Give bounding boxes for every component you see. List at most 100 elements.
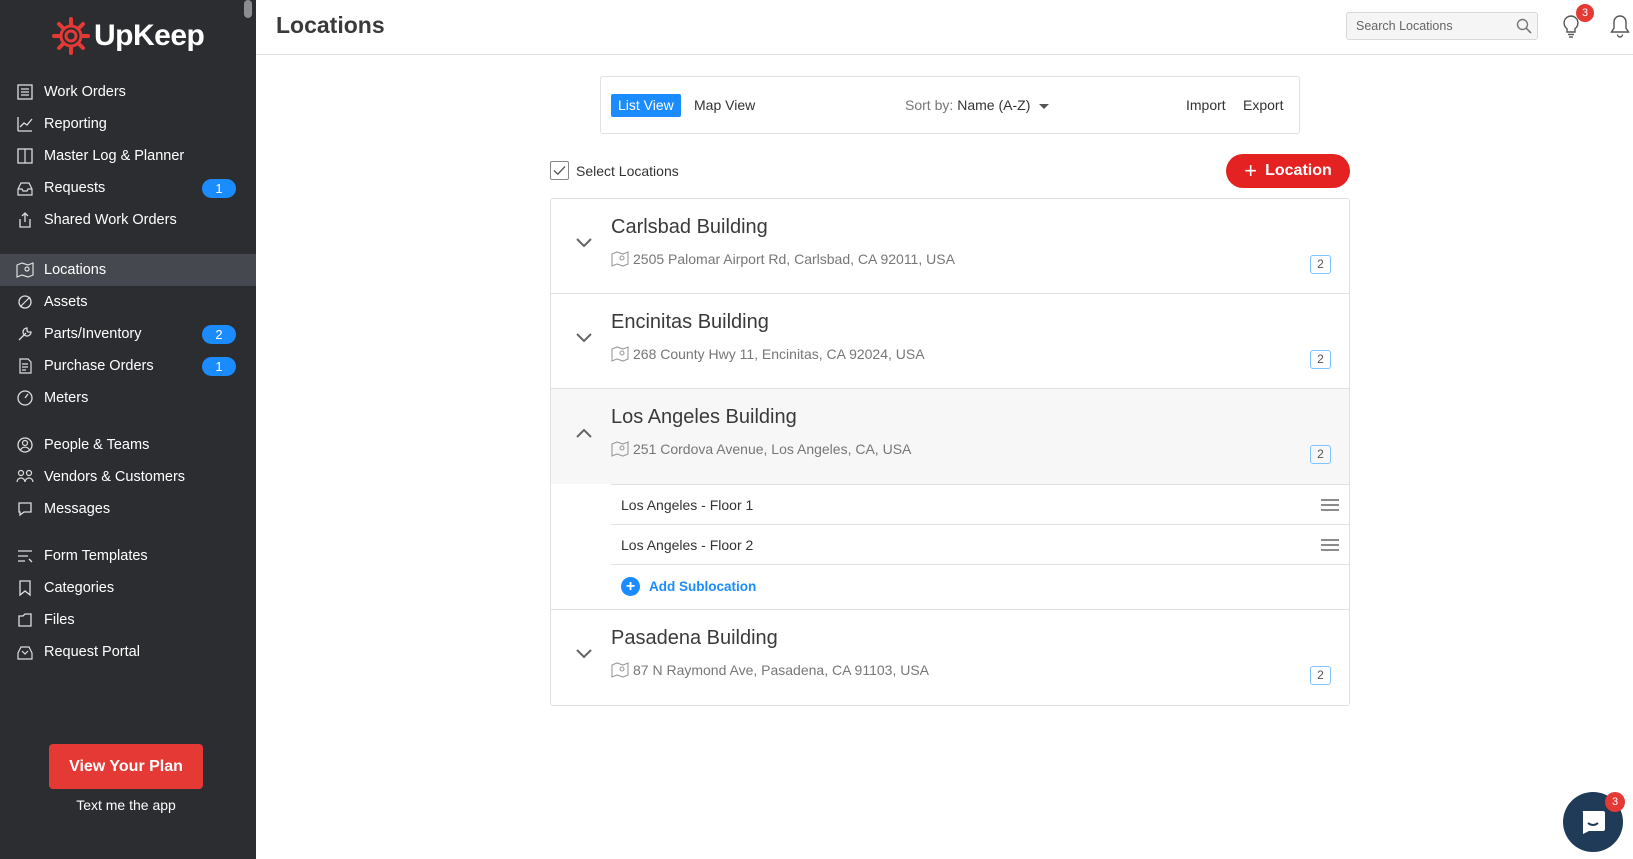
bell-icon[interactable] <box>1609 14 1631 38</box>
location-row[interactable]: Encinitas Building 268 County Hwy 11, En… <box>551 294 1349 389</box>
text-me-app-link[interactable]: Text me the app <box>0 797 252 813</box>
location-name[interactable]: Pasadena Building <box>611 627 778 650</box>
sort-label: Sort by: <box>905 97 954 113</box>
add-sublocation-label: Add Sublocation <box>649 579 757 594</box>
upkeep-logo[interactable]: UpKeep <box>52 14 205 58</box>
location-row-expanded[interactable]: Los Angeles Building 251 Cordova Avenue,… <box>551 389 1349 484</box>
sidebar-item-people-teams[interactable]: People & Teams <box>0 429 256 461</box>
select-all-checkbox[interactable] <box>550 161 569 180</box>
address-text: 268 County Hwy 11, Encinitas, CA 92024, … <box>633 346 925 362</box>
sidebar-item-locations[interactable]: Locations <box>0 254 256 286</box>
sidebar-item-shared-work-orders[interactable]: Shared Work Orders <box>0 204 256 236</box>
sublocation-count-badge: 2 <box>1310 255 1331 274</box>
sidebar-item-label: Messages <box>44 501 111 517</box>
location-name[interactable]: Los Angeles Building <box>611 406 797 429</box>
import-button[interactable]: Import <box>1186 94 1226 117</box>
sidebar-item-label: Requests <box>44 180 106 196</box>
sidebar-item-messages[interactable]: Messages <box>0 493 256 525</box>
address-text: 251 Cordova Avenue, Los Angeles, CA, USA <box>633 441 912 457</box>
chat-badge: 3 <box>1605 792 1625 812</box>
gear-logo-icon <box>52 17 90 55</box>
wrench-icon <box>16 325 34 343</box>
sidebar-item-label: Meters <box>44 390 89 406</box>
gauge-icon <box>16 389 34 407</box>
map-view-tab[interactable]: Map View <box>694 94 755 117</box>
chart-icon <box>16 115 34 133</box>
check-icon <box>553 166 566 176</box>
chevron-down-icon[interactable] <box>575 332 593 344</box>
sidebar-item-label: Reporting <box>44 116 107 132</box>
sublocation-count-badge: 2 <box>1310 666 1331 685</box>
chat-icon <box>1582 811 1605 834</box>
sidebar-item-request-portal[interactable]: Request Portal <box>0 636 256 668</box>
sidebar-scrollbar[interactable] <box>244 0 252 18</box>
location-address: 2505 Palomar Airport Rd, Carlsbad, CA 92… <box>611 251 955 267</box>
chat-bubble-icon <box>16 500 34 518</box>
sublocation-row[interactable]: Los Angeles - Floor 2 <box>611 524 1349 564</box>
sidebar-item-assets[interactable]: Assets <box>0 286 256 318</box>
location-address: 268 County Hwy 11, Encinitas, CA 92024, … <box>611 346 925 362</box>
chevron-down-icon[interactable] <box>575 648 593 660</box>
sort-dropdown[interactable]: Sort by: Name (A-Z) <box>905 94 1054 117</box>
sidebar-item-files[interactable]: Files <box>0 604 256 636</box>
chevron-up-icon[interactable] <box>575 427 593 439</box>
address-text: 87 N Raymond Ave, Pasadena, CA 91103, US… <box>633 662 930 678</box>
sidebar-item-label: Assets <box>44 294 88 310</box>
bookmark-icon <box>16 579 34 597</box>
sublocation-name[interactable]: Los Angeles - Floor 2 <box>621 537 753 553</box>
sidebar-item-label: Form Templates <box>44 548 148 564</box>
sublocation-row[interactable]: Los Angeles - Floor 1 <box>611 484 1349 524</box>
chevron-down-icon[interactable] <box>575 237 593 249</box>
list-view-tab[interactable]: List View <box>611 94 681 117</box>
sidebar-item-label: Locations <box>44 262 107 278</box>
sidebar-item-label: Files <box>44 612 75 628</box>
map-pin-icon <box>611 251 629 267</box>
export-button[interactable]: Export <box>1243 94 1283 117</box>
hamburger-menu-icon[interactable] <box>1321 538 1339 552</box>
sidebar-item-label: Categories <box>44 580 115 596</box>
search-icon[interactable] <box>1516 18 1532 34</box>
page-header: Locations 3 <box>256 0 1633 55</box>
sidebar-item-master-log-planner[interactable]: Master Log & Planner <box>0 140 256 172</box>
document-icon <box>16 357 34 375</box>
sidebar-item-label: Request Portal <box>44 644 140 660</box>
brand-name: UpKeep <box>94 19 205 52</box>
view-toolbar: List View Map View Sort by: Name (A-Z) I… <box>600 76 1300 134</box>
search-input[interactable] <box>1346 12 1538 40</box>
plus-icon: + <box>1244 158 1258 183</box>
map-pin-icon <box>611 662 629 678</box>
sidebar-item-work-orders[interactable]: Work Orders <box>0 76 256 108</box>
sidebar-item-parts-inventory[interactable]: Parts/Inventory 2 <box>0 318 256 350</box>
sidebar-item-label: Parts/Inventory <box>44 326 142 342</box>
add-sublocation-button[interactable]: + Add Sublocation <box>621 577 756 596</box>
ideas-badge: 3 <box>1576 4 1594 22</box>
view-plan-button[interactable]: View Your Plan <box>49 744 203 789</box>
sidebar-item-label: Shared Work Orders <box>44 212 177 228</box>
sidebar-item-purchase-orders[interactable]: Purchase Orders 1 <box>0 350 256 382</box>
sidebar-item-categories[interactable]: Categories <box>0 572 256 604</box>
location-name[interactable]: Encinitas Building <box>611 311 769 334</box>
hamburger-menu-icon[interactable] <box>1321 498 1339 512</box>
sidebar: UpKeep Work Orders Reporting Master Log & … <box>0 0 256 859</box>
location-row[interactable]: Pasadena Building 87 N Raymond Ave, Pasa… <box>551 609 1349 704</box>
sidebar-item-requests[interactable]: Requests 1 <box>0 172 256 204</box>
sidebar-item-form-templates[interactable]: Form Templates <box>0 540 256 572</box>
sublocation-count-badge: 2 <box>1310 445 1331 464</box>
add-location-button[interactable]: + Location <box>1226 154 1350 188</box>
map-pin-icon <box>611 441 629 457</box>
sidebar-item-label: Master Log & Planner <box>44 148 185 164</box>
location-name[interactable]: Carlsbad Building <box>611 216 768 239</box>
select-locations[interactable]: Select Locations <box>550 161 679 180</box>
sidebar-item-vendors-customers[interactable]: Vendors & Customers <box>0 461 256 493</box>
asset-icon <box>16 293 34 311</box>
sidebar-item-meters[interactable]: Meters <box>0 382 256 414</box>
portal-icon <box>16 643 34 661</box>
location-address: 251 Cordova Avenue, Los Angeles, CA, USA <box>611 441 911 457</box>
sidebar-item-reporting[interactable]: Reporting <box>0 108 256 140</box>
sublocation-name[interactable]: Los Angeles - Floor 1 <box>621 497 753 513</box>
location-row[interactable]: Carlsbad Building 2505 Palomar Airport R… <box>551 199 1349 294</box>
sidebar-item-label: People & Teams <box>44 437 150 453</box>
locations-list: Carlsbad Building 2505 Palomar Airport R… <box>550 198 1350 706</box>
sidebar-item-label: Vendors & Customers <box>44 469 186 485</box>
sidebar-item-label: Work Orders <box>44 84 126 100</box>
